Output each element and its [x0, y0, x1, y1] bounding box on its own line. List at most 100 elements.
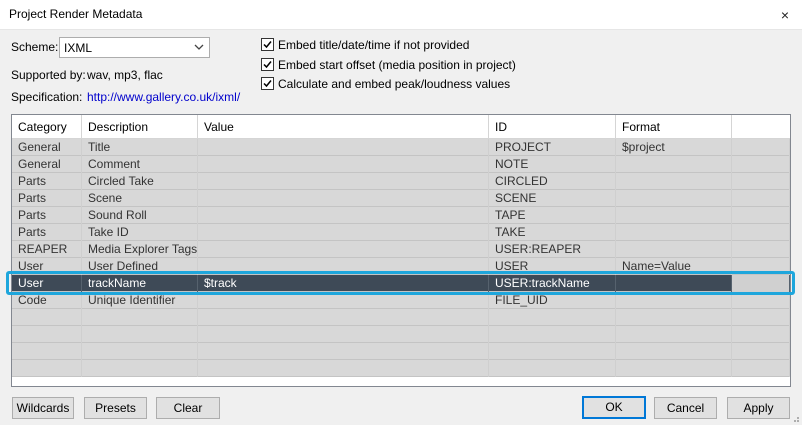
cell-id[interactable]: CIRCLED — [489, 173, 616, 190]
cell-id[interactable]: TAPE — [489, 207, 616, 224]
cell-description[interactable]: Take ID — [82, 224, 198, 241]
window-title: Project Render Metadata — [9, 7, 143, 21]
empty-row — [12, 309, 790, 326]
cell-category[interactable]: Parts — [12, 190, 82, 207]
cell-filler — [732, 241, 790, 258]
empty-cell — [489, 309, 616, 326]
embed-offset-checkbox[interactable] — [261, 58, 274, 71]
cell-description[interactable]: Circled Take — [82, 173, 198, 190]
table-row[interactable]: REAPER Media Explorer Tags USER:REAPER — [12, 241, 790, 258]
cell-id[interactable]: TAKE — [489, 224, 616, 241]
table-header: Category Description Value ID Format — [12, 115, 790, 139]
ok-button[interactable]: OK — [582, 396, 646, 419]
cell-category[interactable]: General — [12, 139, 82, 156]
cell-filler — [732, 190, 790, 207]
wildcards-button[interactable]: Wildcards — [12, 397, 74, 419]
empty-cell — [616, 360, 732, 377]
embed-offset-label: Embed start offset (media position in pr… — [278, 58, 516, 72]
empty-cell — [12, 360, 82, 377]
specification-link[interactable]: http://www.gallery.co.uk/ixml/ — [87, 90, 240, 104]
empty-cell — [489, 343, 616, 360]
table-row[interactable]: General Title PROJECT $project — [12, 139, 790, 156]
scheme-dropdown[interactable]: IXML — [59, 37, 210, 58]
table-row[interactable]: General Comment NOTE — [12, 156, 790, 173]
embed-title-checkbox[interactable] — [261, 38, 274, 51]
empty-cell — [12, 309, 82, 326]
close-icon[interactable]: × — [778, 8, 792, 22]
column-header-value[interactable]: Value — [198, 115, 489, 139]
empty-row — [12, 343, 790, 360]
cancel-button[interactable]: Cancel — [654, 397, 717, 419]
column-header-category[interactable]: Category — [12, 115, 82, 139]
empty-cell — [616, 326, 732, 343]
cell-filler — [732, 173, 790, 190]
cell-format[interactable] — [616, 173, 732, 190]
table-row[interactable]: Parts Circled Take CIRCLED — [12, 173, 790, 190]
scheme-label: Scheme: — [11, 40, 59, 54]
cell-description[interactable]: Scene — [82, 190, 198, 207]
cell-id[interactable]: USER:REAPER — [489, 241, 616, 258]
embed-loudness-checkbox[interactable] — [261, 77, 274, 90]
table-row[interactable]: Parts Take ID TAKE — [12, 224, 790, 241]
empty-cell — [82, 343, 198, 360]
empty-cell — [732, 343, 790, 360]
column-header-description[interactable]: Description — [82, 115, 198, 139]
cell-category[interactable]: Parts — [12, 173, 82, 190]
embed-loudness-label: Calculate and embed peak/loudness values — [278, 77, 511, 91]
table-row[interactable]: Parts Scene SCENE — [12, 190, 790, 207]
empty-cell — [489, 326, 616, 343]
empty-cell — [82, 309, 198, 326]
selection-highlight — [6, 271, 795, 295]
cell-value[interactable] — [198, 190, 489, 207]
presets-button[interactable]: Presets — [84, 397, 147, 419]
cell-category[interactable]: General — [12, 156, 82, 173]
column-header-format[interactable]: Format — [616, 115, 732, 139]
cell-format[interactable] — [616, 224, 732, 241]
empty-row — [12, 360, 790, 377]
empty-cell — [82, 326, 198, 343]
cell-format[interactable] — [616, 207, 732, 224]
cell-value[interactable] — [198, 207, 489, 224]
cell-category[interactable]: Parts — [12, 207, 82, 224]
checkmark-icon — [263, 41, 272, 49]
empty-cell — [616, 309, 732, 326]
table-row[interactable]: Parts Sound Roll TAPE — [12, 207, 790, 224]
empty-cell — [198, 326, 489, 343]
cell-value[interactable] — [198, 224, 489, 241]
cell-description[interactable]: Sound Roll — [82, 207, 198, 224]
empty-cell — [732, 309, 790, 326]
cell-description[interactable]: Comment — [82, 156, 198, 173]
cell-id[interactable]: SCENE — [489, 190, 616, 207]
column-header-id[interactable]: ID — [489, 115, 616, 139]
supported-label: Supported by: — [11, 68, 86, 82]
empty-cell — [12, 326, 82, 343]
cell-format[interactable]: $project — [616, 139, 732, 156]
cell-description[interactable]: Title — [82, 139, 198, 156]
resize-grip-icon[interactable] — [790, 413, 800, 423]
empty-cell — [198, 360, 489, 377]
cell-id[interactable]: NOTE — [489, 156, 616, 173]
cell-category[interactable]: REAPER — [12, 241, 82, 258]
apply-button[interactable]: Apply — [727, 397, 790, 419]
empty-cell — [489, 360, 616, 377]
embed-title-label: Embed title/date/time if not provided — [278, 38, 470, 52]
empty-cell — [198, 309, 489, 326]
cell-format[interactable] — [616, 156, 732, 173]
cell-format[interactable] — [616, 241, 732, 258]
metadata-table[interactable]: Category Description Value ID Format Gen… — [11, 114, 791, 387]
cell-value[interactable] — [198, 241, 489, 258]
cell-filler — [732, 207, 790, 224]
specification-label: Specification: — [11, 90, 83, 104]
clear-button[interactable]: Clear — [156, 397, 220, 419]
cell-category[interactable]: Parts — [12, 224, 82, 241]
cell-format[interactable] — [616, 190, 732, 207]
empty-cell — [12, 343, 82, 360]
cell-filler — [732, 139, 790, 156]
cell-value[interactable] — [198, 139, 489, 156]
chevron-down-icon — [194, 44, 204, 50]
cell-id[interactable]: PROJECT — [489, 139, 616, 156]
cell-value[interactable] — [198, 156, 489, 173]
cell-value[interactable] — [198, 173, 489, 190]
checkmark-icon — [263, 61, 272, 69]
cell-description[interactable]: Media Explorer Tags — [82, 241, 198, 258]
